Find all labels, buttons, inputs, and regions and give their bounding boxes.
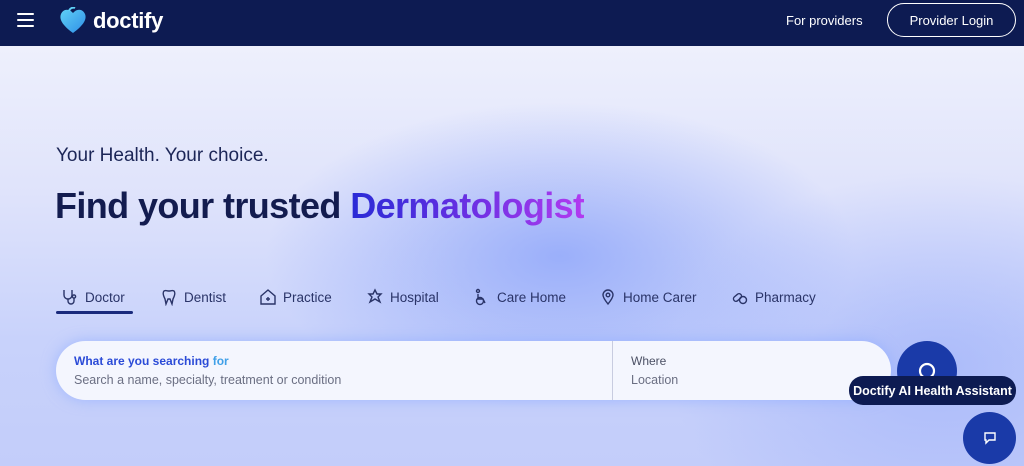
search-label-for: for [212,354,229,368]
ai-chat-button[interactable] [963,412,1016,464]
medical-star-icon [367,288,383,304]
tab-label: Hospital [390,289,439,305]
house-icon [260,289,276,305]
tab-dentist[interactable]: Dentist [160,286,226,308]
location-input[interactable] [631,372,831,388]
tab-label: Doctor [85,289,125,305]
headline-specialty: Dermatologist [350,185,585,226]
search-label: What are you searching for [74,354,229,368]
search-divider [612,341,613,400]
tab-care-home[interactable]: Care Home [473,286,566,308]
tooth-icon [162,289,176,306]
tab-label: Dentist [184,289,227,305]
tab-practice[interactable]: Practice [259,286,332,308]
active-tab-indicator [56,311,133,314]
tab-label: Practice [283,289,332,305]
hero-subtitle: Your Health. Your choice. [56,145,269,166]
doctify-logo[interactable]: doctify [58,7,163,35]
tab-home-carer[interactable]: Home Carer [599,286,697,308]
tab-doctor[interactable]: Doctor [61,286,125,308]
tab-hospital[interactable]: Hospital [366,286,439,308]
location-pin-icon [602,289,614,306]
brand-name: doctify [93,8,164,33]
pills-icon [732,293,748,305]
hamburger-menu-icon[interactable] [17,13,34,27]
tab-label: Pharmacy [755,289,816,305]
tab-pharmacy[interactable]: Pharmacy [731,286,816,308]
hero-headline: Find your trusted Dermatologist [55,185,585,227]
heart-logo-icon [60,7,86,33]
search-input[interactable] [74,372,594,388]
tab-label: Care Home [497,289,567,305]
search-bar: What are you searching for Where [56,341,891,400]
headline-prefix: Find your trusted [55,185,351,226]
top-navigation-bar: doctify For providers Provider Login [0,0,1024,46]
chat-bubble-icon [983,432,996,445]
search-label-main: What are you searching [74,354,213,368]
provider-login-button[interactable]: Provider Login [887,3,1016,37]
ai-assistant-tooltip: Doctify AI Health Assistant [849,376,1016,405]
for-providers-link[interactable]: For providers [786,13,863,28]
provider-type-tabs: Doctor Dentist Practice Hospital Care Ho… [56,286,856,316]
stethoscope-icon [63,290,77,305]
where-label: Where [631,354,667,368]
wheelchair-icon [475,288,486,306]
tab-label: Home Carer [623,289,697,305]
